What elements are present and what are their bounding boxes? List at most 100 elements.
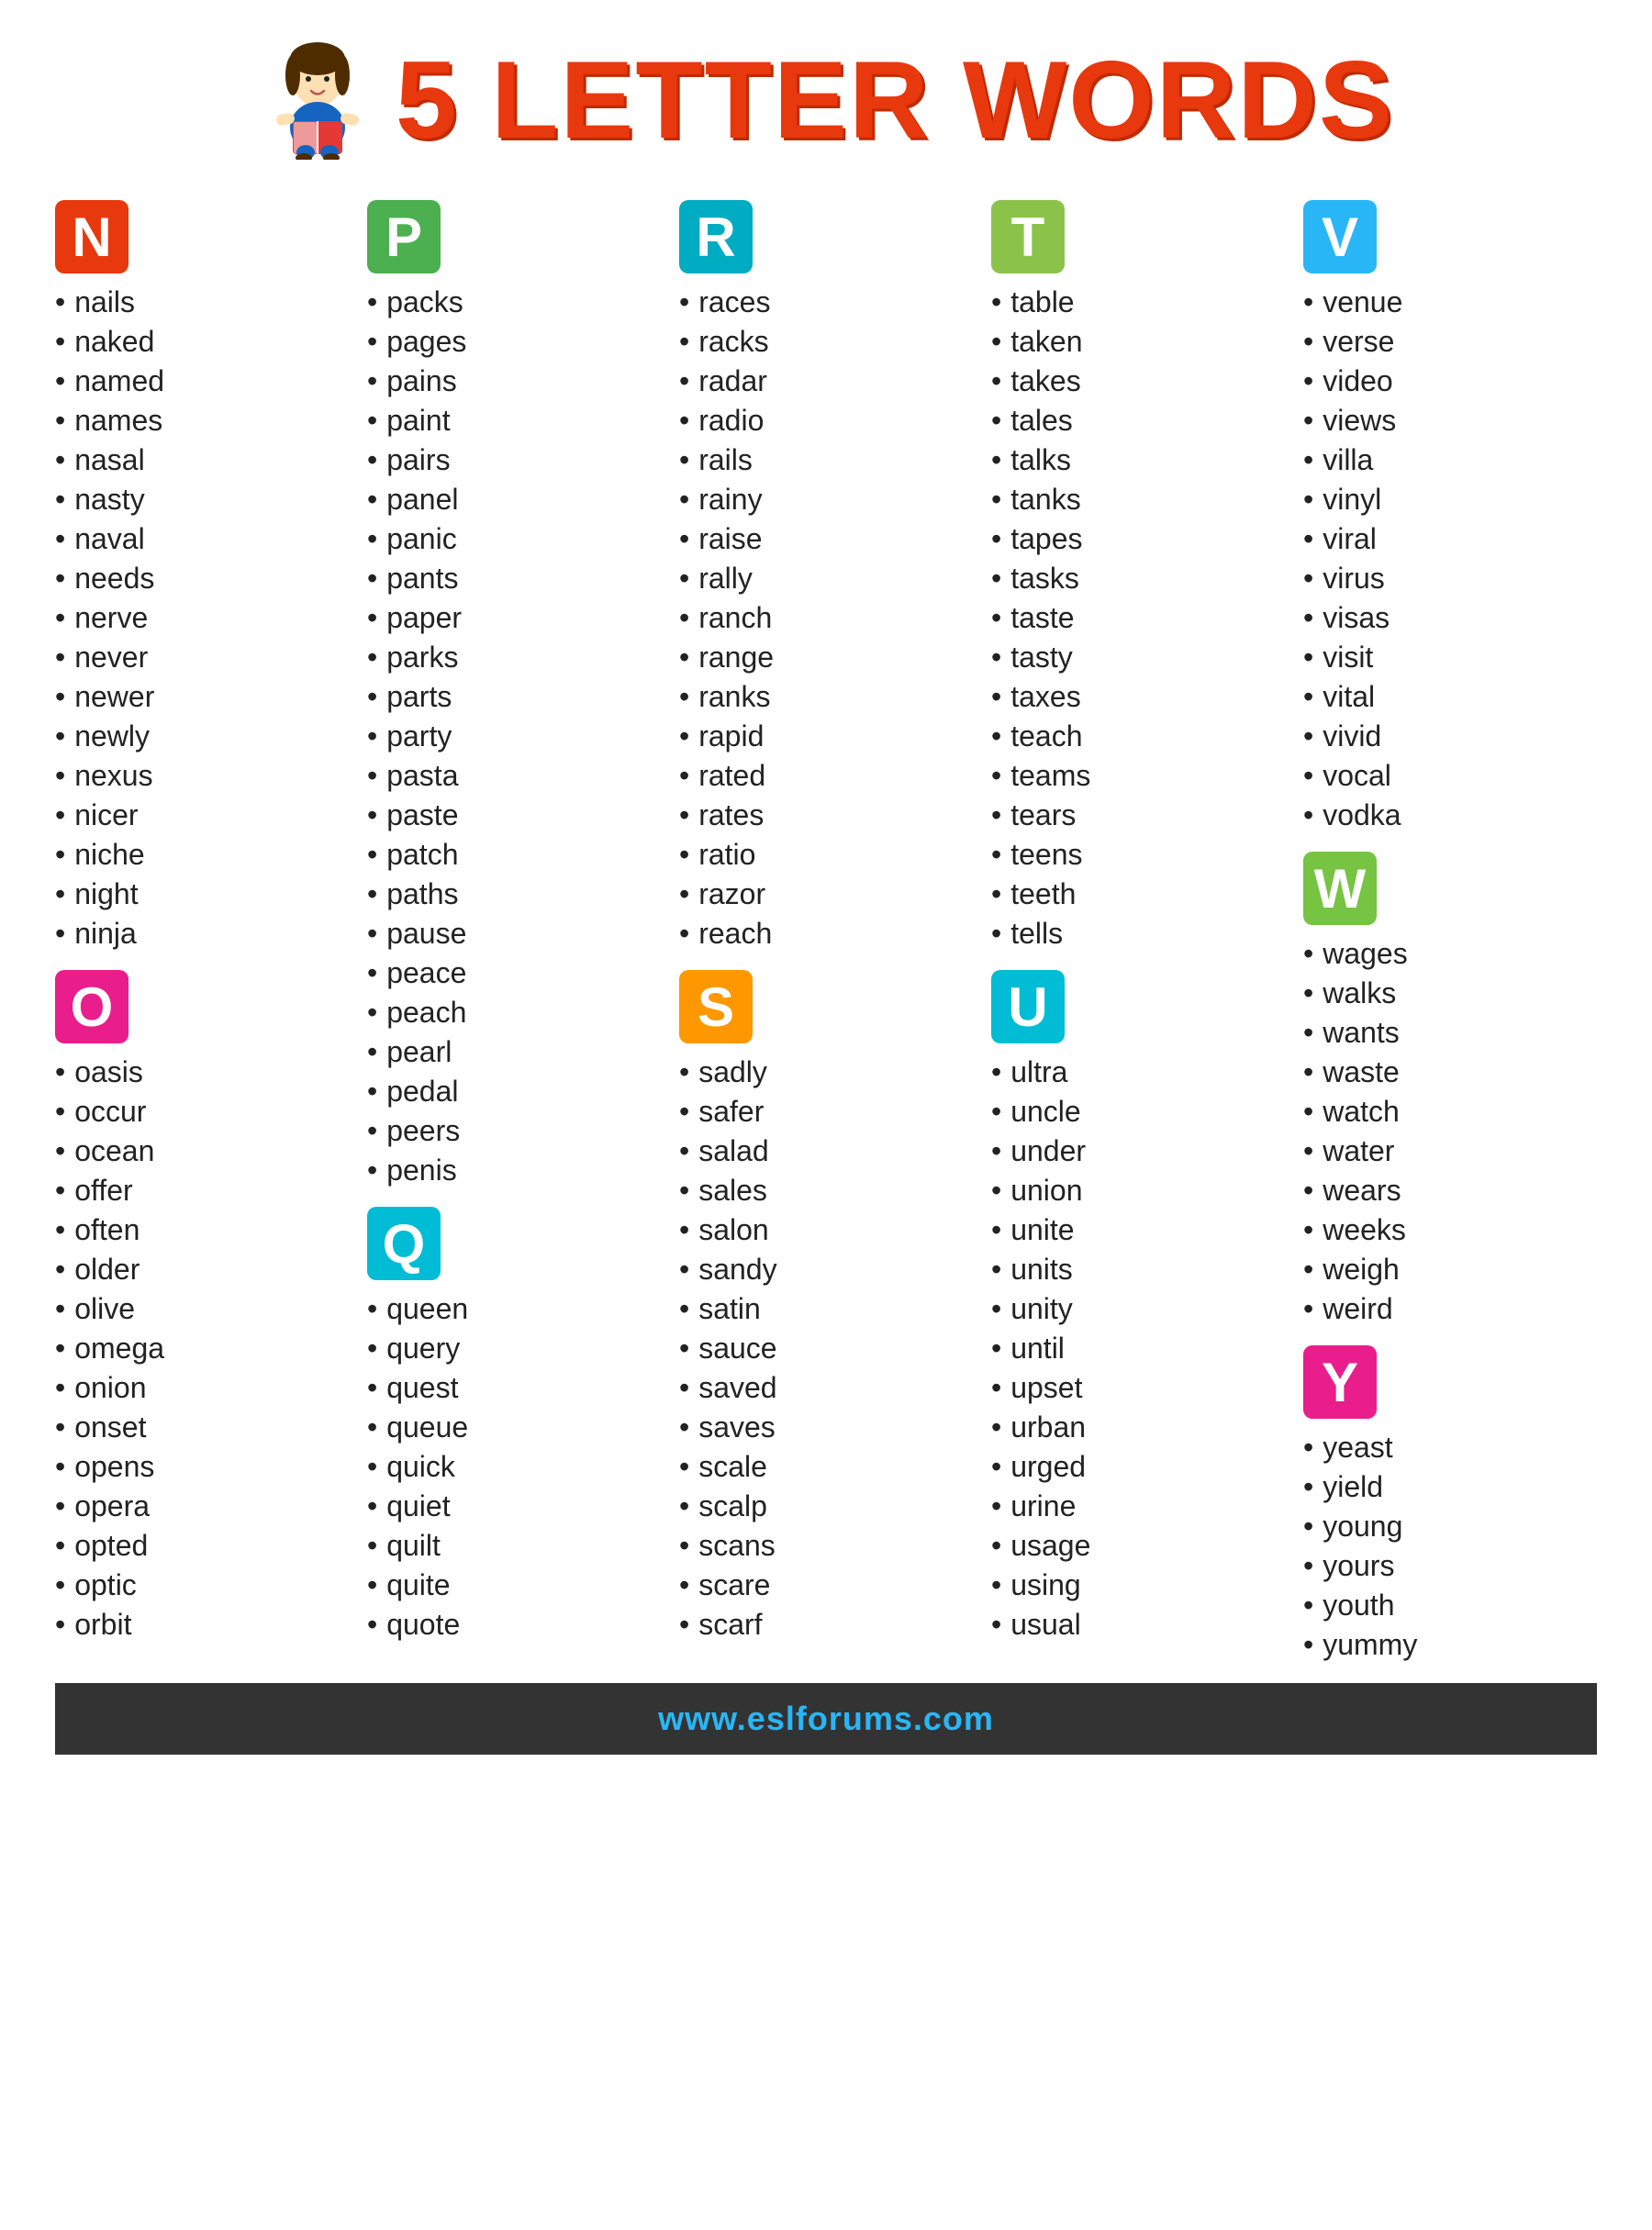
list-item: wears [1303, 1171, 1597, 1210]
list-item: onset [55, 1408, 349, 1447]
list-item: urban [991, 1408, 1285, 1447]
list-item: youth [1303, 1586, 1597, 1625]
list-item: racks [679, 322, 973, 362]
word-columns: Nnailsnakednamednamesnasalnastynavalneed… [55, 200, 1597, 1665]
list-item: venue [1303, 283, 1597, 322]
list-item: vinyl [1303, 480, 1597, 519]
col-n: Nnailsnakednamednamesnasalnastynavalneed… [55, 200, 349, 1665]
list-item: unity [991, 1289, 1285, 1329]
list-item: needs [55, 559, 349, 598]
list-item: newly [55, 717, 349, 756]
list-item: yours [1303, 1546, 1597, 1586]
list-item: paste [367, 796, 661, 835]
list-item: quiet [367, 1487, 661, 1526]
list-item: views [1303, 401, 1597, 440]
list-item: yeast [1303, 1428, 1597, 1467]
list-item: usual [991, 1605, 1285, 1645]
list-item: names [55, 401, 349, 440]
list-item: opera [55, 1487, 349, 1526]
list-item: occur [55, 1092, 349, 1132]
list-item: naked [55, 322, 349, 362]
list-item: night [55, 875, 349, 914]
word-list-w: wageswalkswantswastewatchwaterwearsweeks… [1303, 934, 1597, 1329]
list-item: scare [679, 1566, 973, 1605]
list-item: rails [679, 440, 973, 480]
list-item: rapid [679, 717, 973, 756]
list-item: peace [367, 953, 661, 993]
list-item: nerve [55, 598, 349, 638]
list-item: peach [367, 993, 661, 1032]
list-item: orbit [55, 1605, 349, 1645]
list-item: sadly [679, 1053, 973, 1092]
list-item: often [55, 1210, 349, 1250]
list-item: vital [1303, 677, 1597, 717]
list-item: pants [367, 559, 661, 598]
list-item: young [1303, 1507, 1597, 1546]
col-p: Ppackspagespainspaintpairspanelpanicpant… [367, 200, 661, 1665]
list-item: usage [991, 1526, 1285, 1566]
letter-badge-y: Y [1303, 1345, 1377, 1419]
mascot-icon [258, 40, 377, 160]
col-r: Rracesracksradarradiorailsrainyraiserall… [679, 200, 973, 1665]
list-item: safer [679, 1092, 973, 1132]
list-item: teams [991, 756, 1285, 796]
letter-badge-n: N [55, 200, 128, 273]
list-item: opted [55, 1526, 349, 1566]
letter-badge-w: W [1303, 852, 1377, 925]
list-item: nasty [55, 480, 349, 519]
list-item: omega [55, 1329, 349, 1368]
list-item: party [367, 717, 661, 756]
list-item: quite [367, 1566, 661, 1605]
letter-badge-p: P [367, 200, 441, 273]
word-list-u: ultrauncleunderunionuniteunitsunityuntil… [991, 1053, 1285, 1645]
list-item: weigh [1303, 1250, 1597, 1289]
list-item: nails [55, 283, 349, 322]
list-item: sauce [679, 1329, 973, 1368]
list-item: naval [55, 519, 349, 559]
list-item: ranks [679, 677, 973, 717]
list-item: takes [991, 362, 1285, 401]
list-item: pains [367, 362, 661, 401]
list-item: reach [679, 914, 973, 953]
list-item: pages [367, 322, 661, 362]
list-item: weeks [1303, 1210, 1597, 1250]
list-item: paper [367, 598, 661, 638]
list-item: tears [991, 796, 1285, 835]
list-item: visas [1303, 598, 1597, 638]
list-item: wants [1303, 1013, 1597, 1053]
list-item: yield [1303, 1467, 1597, 1507]
list-item: queen [367, 1289, 661, 1329]
list-item: under [991, 1132, 1285, 1171]
list-item: teens [991, 835, 1285, 875]
list-item: sales [679, 1171, 973, 1210]
list-item: video [1303, 362, 1597, 401]
list-item: urine [991, 1487, 1285, 1526]
list-item: weird [1303, 1289, 1597, 1329]
list-item: pasta [367, 756, 661, 796]
list-item: penis [367, 1151, 661, 1190]
list-item: teeth [991, 875, 1285, 914]
list-item: quote [367, 1605, 661, 1645]
list-item: viral [1303, 519, 1597, 559]
list-item: tapes [991, 519, 1285, 559]
list-item: query [367, 1329, 661, 1368]
list-item: pedal [367, 1072, 661, 1111]
word-list-r: racesracksradarradiorailsrainyraiserally… [679, 283, 973, 953]
list-item: razor [679, 875, 973, 914]
list-item: talks [991, 440, 1285, 480]
list-item: union [991, 1171, 1285, 1210]
list-item: teach [991, 717, 1285, 756]
letter-badge-q: Q [367, 1207, 441, 1280]
word-list-p: packspagespainspaintpairspanelpanicpants… [367, 283, 661, 1190]
list-item: newer [55, 677, 349, 717]
letter-badge-s: S [679, 970, 753, 1043]
list-item: tells [991, 914, 1285, 953]
list-item: named [55, 362, 349, 401]
list-item: quilt [367, 1526, 661, 1566]
list-item: vivid [1303, 717, 1597, 756]
list-item: tasty [991, 638, 1285, 677]
word-list-s: sadlysafersaladsalessalonsandysatinsauce… [679, 1053, 973, 1645]
letter-badge-v: V [1303, 200, 1377, 273]
list-item: upset [991, 1368, 1285, 1408]
list-item: saves [679, 1408, 973, 1447]
